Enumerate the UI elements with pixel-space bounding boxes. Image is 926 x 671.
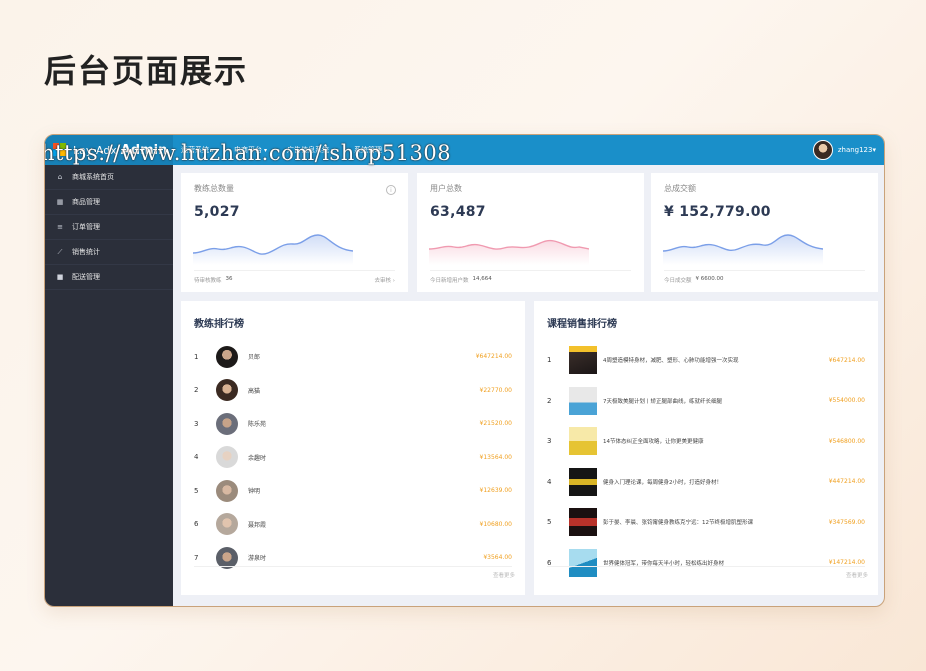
admin-window: Lay Adx Admin 运营系统 ▾ 电商平台 ▾ 广告信息系统 ▾ 系统管理 ▾ z… <box>44 134 885 607</box>
user-name: zhang123 <box>837 146 873 154</box>
list-item[interactable]: 5 钟明 ¥12639.00 <box>194 474 512 508</box>
nav-item-ecommerce[interactable]: 电商平台 ▾ <box>234 145 267 155</box>
coach-rank-title: 教练排行榜 <box>194 319 244 330</box>
home-icon: ⌂ <box>57 173 63 181</box>
review-link[interactable]: 去审核 › <box>375 276 395 284</box>
coach-rank-list: 1 贝郎 ¥647214.00 2 高猫 ¥22770.00 3 陈乐苑 ¥21520.00… <box>194 340 512 575</box>
list-item[interactable]: 2 7天极致美腿计划丨矫正腿部曲线，练就纤长细腿 ¥554000.00 <box>547 381 865 422</box>
stat-card-revenue: 总成交额 ¥ 152,779.00 今日成交额 ¥ 6600.00 <box>651 173 878 292</box>
sidebar-item-home[interactable]: ⌂ 商城系统首页 <box>45 165 173 190</box>
sidebar-item-sales[interactable]: ⟋ 销售统计 <box>45 240 173 265</box>
view-more-link[interactable]: 查看更多 <box>493 571 515 579</box>
list-item[interactable]: 1 4周塑造模特身材，减肥、塑形、心肺功能增强一次实现 ¥647214.00 <box>547 340 865 381</box>
sidebar-item-delivery[interactable]: ■ 配送管理 <box>45 265 173 290</box>
top-navbar: Lay Adx Admin 运营系统 ▾ 电商平台 ▾ 广告信息系统 ▾ 系统管理 ▾ z… <box>45 135 884 165</box>
nav-item-system[interactable]: 系统管理 ▾ <box>354 145 387 155</box>
logo-icon <box>53 143 67 157</box>
course-thumbnail <box>569 548 597 577</box>
list-item[interactable]: 7 游泉时 ¥3564.00 <box>194 541 512 575</box>
list-item[interactable]: 4 健身入门理论课，每周健身2小时，打造好身材！ ¥447214.00 <box>547 462 865 503</box>
sidebar: ⌂ 商城系统首页 ▦ 商品管理 ≡ 订单管理 ⟋ 销售统计 ■ 配送管理 <box>45 165 173 606</box>
brand-prefix: Lay Adx <box>73 143 117 157</box>
page-headline: 后台页面展示 <box>44 52 249 90</box>
list-item[interactable]: 5 彭于晏、李晨、张钧甯健身教练克宁远：12节终极增肌塑形课 ¥347569.00 <box>547 502 865 543</box>
coach-rank-card: 教练排行榜 1 贝郎 ¥647214.00 2 高猫 ¥22770.00 3 陈乐苑 ¥21… <box>181 301 525 595</box>
grid-icon: ▦ <box>56 198 64 206</box>
divider <box>547 566 865 567</box>
info-icon[interactable]: i <box>386 185 396 195</box>
list-item[interactable]: 1 贝郎 ¥647214.00 <box>194 340 512 374</box>
stat-footer: 今日成交额 ¥ 6600.00 <box>664 270 865 284</box>
stat-label: 总成交额 <box>664 184 696 193</box>
course-thumbnail <box>569 467 597 496</box>
caret-down-icon: ▾ <box>211 147 215 154</box>
stat-value: 63,487 <box>430 204 486 220</box>
brand[interactable]: Lay Adx Admin <box>45 135 173 165</box>
nav-item-ops[interactable]: 运营系统 ▾ <box>181 145 214 155</box>
stat-value: ¥ 152,779.00 <box>664 204 771 220</box>
divider <box>194 566 512 567</box>
truck-icon: ■ <box>56 273 64 281</box>
course-rank-title: 课程销售排行榜 <box>547 319 617 330</box>
stat-label: 用户总数 <box>430 184 462 193</box>
caret-down-icon: ▾ <box>872 146 876 154</box>
course-thumbnail <box>569 427 597 456</box>
course-rank-list: 1 4周塑造模特身材，减肥、塑形、心肺功能增强一次实现 ¥647214.00 2 7天… <box>547 340 865 583</box>
avatar <box>216 513 238 536</box>
sidebar-item-orders[interactable]: ≡ 订单管理 <box>45 215 173 240</box>
list-item[interactable]: 2 高猫 ¥22770.00 <box>194 374 512 408</box>
caret-down-icon: ▾ <box>384 147 388 154</box>
nav-item-ads[interactable]: 广告信息系统 ▾ <box>287 145 334 155</box>
course-thumbnail <box>569 346 597 375</box>
stat-card-users: 用户总数 63,487 今日新增用户数 14,664 <box>417 173 644 292</box>
top-nav: 运营系统 ▾ 电商平台 ▾ 广告信息系统 ▾ 系统管理 ▾ <box>181 145 407 155</box>
caret-down-icon: ▾ <box>331 147 335 154</box>
avatar <box>216 379 238 402</box>
list-item[interactable]: 6 世界健体冠军，带你每天半小时，轻松练出好身材 ¥147214.00 <box>547 543 865 584</box>
sidebar-item-products[interactable]: ▦ 商品管理 <box>45 190 173 215</box>
list-item[interactable]: 6 聂邦霞 ¥10680.00 <box>194 508 512 542</box>
sparkline-chart <box>193 234 353 265</box>
list-icon: ≡ <box>57 223 63 231</box>
list-item[interactable]: 3 陈乐苑 ¥21520.00 <box>194 407 512 441</box>
chart-icon: ⟋ <box>57 247 63 256</box>
user-menu[interactable]: zhang123 ▾ <box>812 140 884 160</box>
course-thumbnail <box>569 386 597 415</box>
sparkline-chart <box>429 239 589 265</box>
avatar <box>216 345 238 368</box>
stat-label: 教练总数量 <box>194 184 234 193</box>
avatar <box>216 479 238 502</box>
avatar <box>216 446 238 469</box>
view-more-link[interactable]: 查看更多 <box>846 571 868 579</box>
course-rank-card: 课程销售排行榜 1 4周塑造模特身材，减肥、塑形、心肺功能增强一次实现 ¥64721… <box>534 301 878 595</box>
course-thumbnail <box>569 508 597 537</box>
sparkline-chart <box>663 234 823 265</box>
stat-footer: 待审核教练 36 去审核 › <box>194 270 395 284</box>
stat-footer: 今日新增用户数 14,664 <box>430 270 631 284</box>
avatar <box>216 412 238 435</box>
caret-down-icon: ▾ <box>264 147 268 154</box>
stat-value: 5,027 <box>194 204 240 220</box>
list-item[interactable]: 3 14节体态纠正全面攻略，让你更美更健康 ¥546800.00 <box>547 421 865 462</box>
list-item[interactable]: 4 余趣时 ¥13564.00 <box>194 441 512 475</box>
user-avatar <box>812 140 833 160</box>
stat-card-coaches: 教练总数量 5,027 i 待审核教练 36 去审核 › <box>181 173 408 292</box>
brand-name: Admin <box>120 142 168 158</box>
